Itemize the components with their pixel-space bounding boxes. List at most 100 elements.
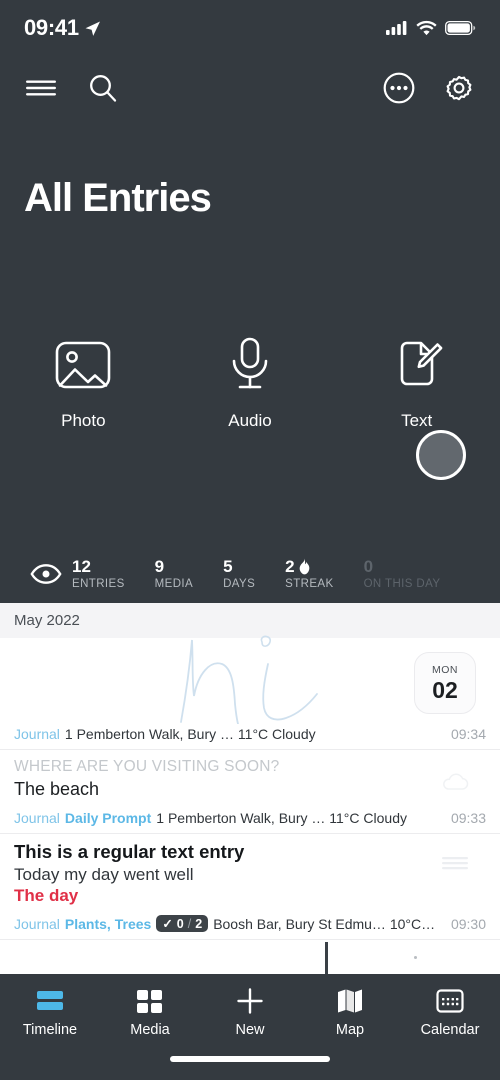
- entry-meta-row: Journal 1 Pemberton Walk, Bury … 11°C Cl…: [14, 722, 486, 749]
- stat-media: 9 MEDIA: [155, 557, 193, 592]
- entry-time: 09:33: [450, 810, 486, 826]
- search-button[interactable]: [80, 65, 126, 111]
- stat-on-this-day-top: 0: [364, 557, 373, 577]
- timeline-entry-partial[interactable]: [0, 940, 500, 974]
- timeline-entry-text[interactable]: This is a regular text entry Today my da…: [0, 834, 500, 939]
- entry-time: 09:30: [450, 915, 486, 932]
- quick-action-audio[interactable]: Audio: [167, 336, 334, 431]
- text-lines-icon: [442, 857, 468, 870]
- stat-days-top: 5: [223, 557, 232, 577]
- stat-days: 5 DAYS: [223, 557, 255, 592]
- entry-prompt-answer: The beach: [14, 779, 100, 799]
- more-options-icon: [383, 72, 415, 104]
- settings-button[interactable]: [436, 65, 482, 111]
- handwritten-hi-sketch: [180, 635, 318, 724]
- month-section-header: May 2022: [0, 603, 500, 638]
- calendar-icon: [436, 989, 464, 1013]
- status-time: 09:41: [24, 15, 79, 40]
- stat-entries-top: 12: [72, 557, 91, 577]
- more-options-button[interactable]: [376, 65, 422, 111]
- stat-streak: 2 STREAK: [285, 557, 333, 592]
- timeline-sheet[interactable]: May 2022 MON 02 Journal 1 Pemberton Walk…: [0, 603, 500, 974]
- photo-icon: [56, 341, 111, 389]
- status-bar-left: 09:41: [24, 15, 101, 41]
- stat-streak-label: STREAK: [285, 577, 334, 590]
- tab-media[interactable]: Media: [100, 988, 200, 1038]
- visibility-toggle-button[interactable]: [20, 563, 72, 585]
- tab-calendar-label: Calendar: [420, 1022, 480, 1038]
- entry-checklist-badge[interactable]: ✓ 0 / 2: [156, 915, 209, 932]
- app-screen: 09:41 All Entries Photo Audio Text 12 EN…: [0, 0, 500, 1080]
- tab-media-label: Media: [130, 1022, 170, 1038]
- checklist-separator: /: [187, 916, 192, 931]
- search-icon: [90, 75, 117, 102]
- entry-prompt-body: WHERE ARE YOU VISITING SOON? The beach: [14, 750, 486, 806]
- tab-new[interactable]: New: [200, 988, 300, 1038]
- text-document-pencil-icon: [400, 341, 443, 386]
- partial-entry-dot: [414, 956, 417, 959]
- entry-sketch-body: MON 02: [14, 635, 486, 724]
- stat-on-this-day-value: 0: [363, 556, 374, 576]
- entry-time: 09:34: [450, 726, 486, 742]
- nav-bar-right: [376, 65, 482, 111]
- timeline-entry-prompt[interactable]: WHERE ARE YOU VISITING SOON? The beach J…: [0, 750, 500, 833]
- plus-icon: [237, 988, 263, 1014]
- entry-tag-journal[interactable]: Journal: [14, 726, 60, 742]
- entry-text-body: This is a regular text entry Today my da…: [14, 834, 486, 911]
- status-bar: 09:41: [0, 0, 500, 56]
- entry-prompt-question: WHERE ARE YOU VISITING SOON?: [14, 758, 280, 775]
- entry-date-day: 02: [432, 676, 458, 703]
- tab-timeline[interactable]: Timeline: [0, 988, 100, 1038]
- touch-cursor-indicator: [416, 430, 466, 480]
- entry-tag-journal[interactable]: Journal: [14, 916, 60, 932]
- stat-entries-value: 12: [72, 556, 91, 576]
- entry-meta-text: 1 Pemberton Walk, Bury … 11°C Cloudy: [64, 726, 316, 742]
- tab-map[interactable]: Map: [300, 988, 400, 1038]
- stat-media-value: 9: [154, 556, 165, 576]
- entry-meta-text: Boosh Bar, Bury St Edmu… 10°C…: [213, 915, 436, 932]
- status-bar-right: [386, 20, 476, 36]
- tab-calendar[interactable]: Calendar: [400, 988, 500, 1038]
- entry-date-dow: MON: [432, 663, 458, 676]
- entry-meta-text: 1 Pemberton Walk, Bury … 11°C Cloudy: [156, 810, 407, 826]
- stats-bar: 12 ENTRIES 9 MEDIA 5 DAYS 2 STREAK 0 ON …: [0, 545, 500, 603]
- entry-tag-plants-trees[interactable]: Plants, Trees: [65, 916, 151, 932]
- stat-entries: 12 ENTRIES: [72, 557, 125, 592]
- battery-full-icon: [445, 20, 476, 36]
- stat-streak-value: 2: [285, 556, 295, 576]
- entry-title: This is a regular text entry: [14, 841, 245, 862]
- page-title: All Entries: [24, 176, 212, 220]
- cloud-icon: [443, 773, 469, 790]
- entry-tag-journal[interactable]: Journal: [14, 810, 60, 826]
- entry-meta-row: Journal Daily Prompt 1 Pemberton Walk, B…: [14, 806, 486, 833]
- quick-action-audio-label: Audio: [228, 411, 272, 430]
- home-indicator[interactable]: [170, 1056, 330, 1062]
- entry-meta-row: Journal Plants, Trees ✓ 0 / 2 Boosh Bar,…: [14, 911, 486, 939]
- tab-map-label: Map: [335, 1022, 365, 1038]
- hamburger-menu-button[interactable]: [18, 65, 64, 111]
- quick-action-photo[interactable]: Photo: [0, 336, 167, 431]
- stat-days-value: 5: [223, 556, 233, 576]
- checklist-total-count: 2: [195, 916, 203, 931]
- stat-entries-label: ENTRIES: [72, 577, 125, 590]
- stat-on-this-day: 0 ON THIS DAY: [364, 557, 441, 592]
- gear-icon: [446, 75, 472, 101]
- quick-action-photo-label: Photo: [61, 411, 106, 430]
- entry-tag-daily-prompt[interactable]: Daily Prompt: [65, 810, 151, 826]
- nav-bar-left: [18, 65, 126, 111]
- checklist-done-count: 0: [176, 916, 184, 931]
- timeline-icon: [37, 991, 63, 1010]
- quick-action-text-label: Text: [401, 411, 433, 430]
- timeline-entry-sketch[interactable]: MON 02 Journal 1 Pemberton Walk, Bury … …: [0, 635, 500, 749]
- tab-timeline-label: Timeline: [22, 1022, 78, 1038]
- bottom-tab-bar: Timeline Media New Map Calendar: [0, 974, 500, 1080]
- grid-icon: [137, 990, 162, 1013]
- nav-bar: [0, 62, 500, 114]
- eye-icon: [30, 564, 62, 584]
- stat-on-this-day-label: ON THIS DAY: [363, 577, 441, 590]
- checklist-check-icon: ✓: [162, 917, 173, 931]
- microphone-icon: [232, 337, 268, 389]
- tab-new-label: New: [235, 1022, 265, 1038]
- quick-action-text[interactable]: Text: [333, 336, 500, 431]
- partial-entry-bar: [325, 942, 328, 974]
